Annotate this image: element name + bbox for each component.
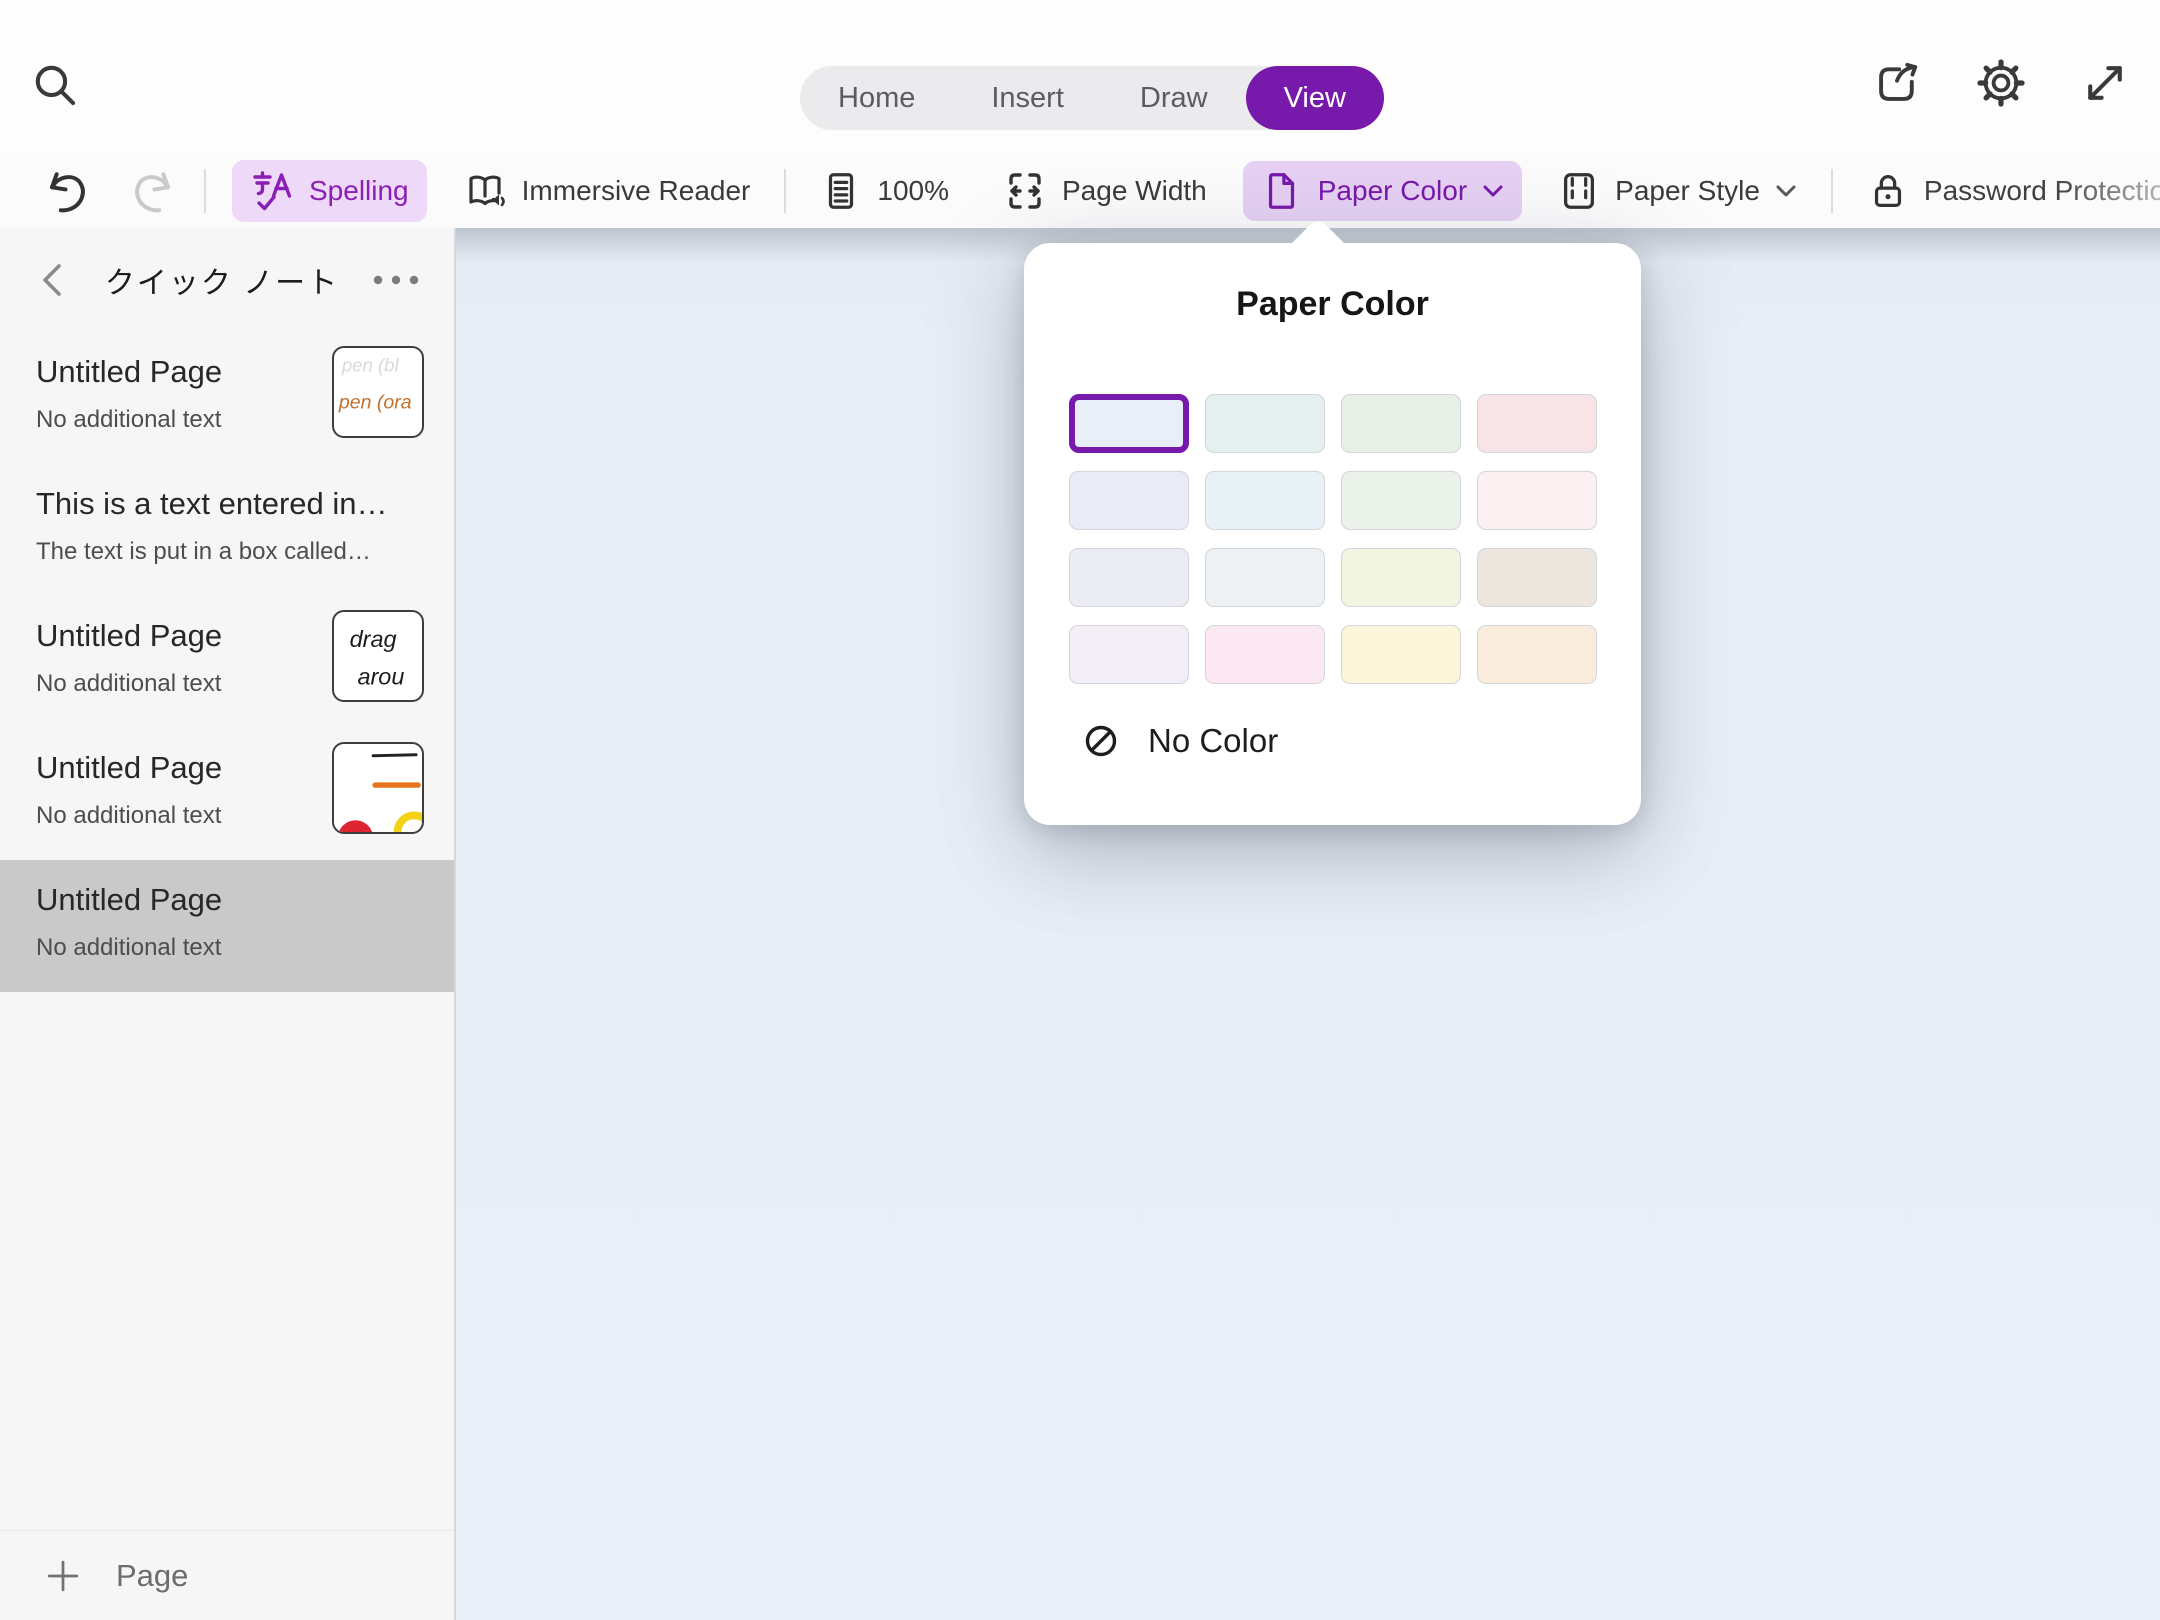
add-page-button[interactable]: Page xyxy=(0,1530,454,1620)
tab-draw[interactable]: Draw xyxy=(1102,66,1246,130)
more-options-icon[interactable] xyxy=(368,260,424,300)
password-protection-label: Password Protection xyxy=(1924,175,2160,207)
paper-color-swatch[interactable] xyxy=(1205,471,1325,530)
paper-color-swatch[interactable] xyxy=(1069,548,1189,607)
zoom-level-label: 100% xyxy=(877,175,949,207)
page-list: Untitled Page No additional text pen (bl… xyxy=(0,332,454,1530)
sidebar-header: クイック ノート xyxy=(0,228,454,332)
window-actions xyxy=(1872,58,2130,108)
page-list-item[interactable]: Untitled Page No additional text pen (bl… xyxy=(0,332,454,464)
page-list-sidebar: クイック ノート Untitled Page No additional tex… xyxy=(0,228,456,1620)
page-title: This is a text entered in… xyxy=(36,486,418,522)
zoom-level-button[interactable]: 100% xyxy=(802,161,967,221)
paper-color-swatch-selected[interactable] xyxy=(1069,394,1189,453)
tab-home[interactable]: Home xyxy=(800,66,953,130)
popup-title: Paper Color xyxy=(1024,243,1641,324)
expand-fullscreen-icon[interactable] xyxy=(2080,58,2130,108)
page-width-icon xyxy=(1003,169,1047,213)
page-subtitle: No additional text xyxy=(36,802,326,830)
paper-color-swatch[interactable] xyxy=(1341,471,1461,530)
search-icon[interactable] xyxy=(28,58,84,114)
paper-color-popup: Paper Color No Color xyxy=(1024,243,1641,825)
lock-icon xyxy=(1867,170,1909,212)
paper-color-swatch[interactable] xyxy=(1205,625,1325,684)
paper-color-swatch[interactable] xyxy=(1477,471,1597,530)
view-ribbon: Spelling Immersive Reader 100% xyxy=(0,154,2160,228)
page-width-button[interactable]: Page Width xyxy=(985,160,1225,222)
paper-color-icon xyxy=(1261,170,1303,212)
chevron-down-icon xyxy=(1482,184,1504,198)
paper-color-swatch[interactable] xyxy=(1341,548,1461,607)
ribbon-tabs: Home Insert Draw View xyxy=(800,66,1384,130)
immersive-reader-icon xyxy=(463,169,507,213)
tab-insert[interactable]: Insert xyxy=(953,66,1102,130)
immersive-reader-button[interactable]: Immersive Reader xyxy=(445,160,769,222)
page-subtitle: No additional text xyxy=(36,406,326,434)
no-color-option[interactable]: No Color xyxy=(1082,722,1641,760)
page-title: Untitled Page xyxy=(36,354,326,390)
page-list-item[interactable]: Untitled Page No additional text drag ar… xyxy=(0,596,454,728)
page-subtitle: No additional text xyxy=(36,934,418,962)
back-chevron-icon[interactable] xyxy=(30,254,76,306)
spelling-icon xyxy=(250,169,294,213)
no-color-icon xyxy=(1082,722,1120,760)
share-icon[interactable] xyxy=(1872,58,1922,108)
page-list-item-selected[interactable]: Untitled Page No additional text xyxy=(0,860,454,992)
notebook-section-title: クイック ノート xyxy=(76,258,368,302)
zoom-document-icon xyxy=(820,170,862,212)
redo-button[interactable] xyxy=(122,159,188,223)
spelling-label: Spelling xyxy=(309,175,409,207)
paper-color-label: Paper Color xyxy=(1318,175,1467,207)
paper-color-swatch[interactable] xyxy=(1477,548,1597,607)
paper-style-button[interactable]: Paper Style xyxy=(1540,161,1815,221)
spelling-button[interactable]: Spelling xyxy=(232,160,427,222)
paper-color-swatch[interactable] xyxy=(1205,394,1325,453)
page-width-label: Page Width xyxy=(1062,175,1207,207)
page-title: Untitled Page xyxy=(36,618,326,654)
svg-text:pen (bl: pen (bl xyxy=(341,354,400,375)
svg-text:drag: drag xyxy=(350,626,397,652)
paper-color-button[interactable]: Paper Color xyxy=(1243,161,1522,221)
undo-button[interactable] xyxy=(32,159,98,223)
ribbon-separator xyxy=(1831,169,1833,213)
paper-color-swatch[interactable] xyxy=(1477,625,1597,684)
settings-gear-icon[interactable] xyxy=(1976,58,2026,108)
top-header: Home Insert Draw View xyxy=(0,0,2160,154)
paper-color-swatch[interactable] xyxy=(1477,394,1597,453)
paper-color-swatch[interactable] xyxy=(1341,394,1461,453)
page-thumbnail xyxy=(332,742,424,834)
paper-style-icon xyxy=(1558,170,1600,212)
add-page-label: Page xyxy=(116,1558,188,1594)
no-color-label: No Color xyxy=(1148,722,1278,760)
immersive-reader-label: Immersive Reader xyxy=(522,175,751,207)
page-thumbnail: drag arou xyxy=(332,610,424,702)
paper-style-label: Paper Style xyxy=(1615,175,1760,207)
page-subtitle: The text is put in a box called… xyxy=(36,538,418,566)
ribbon-separator xyxy=(784,169,786,213)
page-title: Untitled Page xyxy=(36,750,326,786)
page-title: Untitled Page xyxy=(36,882,418,918)
page-list-item[interactable]: This is a text entered in… The text is p… xyxy=(0,464,454,596)
page-thumbnail: pen (bl pen (ora xyxy=(332,346,424,438)
onenote-app: Home Insert Draw View xyxy=(0,0,2160,1620)
page-subtitle: No additional text xyxy=(36,670,326,698)
paper-color-grid xyxy=(1069,394,1597,684)
chevron-down-icon xyxy=(1775,184,1797,198)
paper-color-swatch[interactable] xyxy=(1069,625,1189,684)
paper-color-swatch[interactable] xyxy=(1069,471,1189,530)
page-list-item[interactable]: Untitled Page No additional text xyxy=(0,728,454,860)
svg-text:arou: arou xyxy=(357,663,404,689)
tab-view[interactable]: View xyxy=(1246,66,1384,130)
paper-color-swatch[interactable] xyxy=(1205,548,1325,607)
plus-icon xyxy=(44,1557,82,1595)
ribbon-separator xyxy=(204,169,206,213)
password-protection-button[interactable]: Password Protection xyxy=(1849,161,2160,221)
paper-color-swatch[interactable] xyxy=(1341,625,1461,684)
svg-text:pen (ora: pen (ora xyxy=(338,392,412,414)
